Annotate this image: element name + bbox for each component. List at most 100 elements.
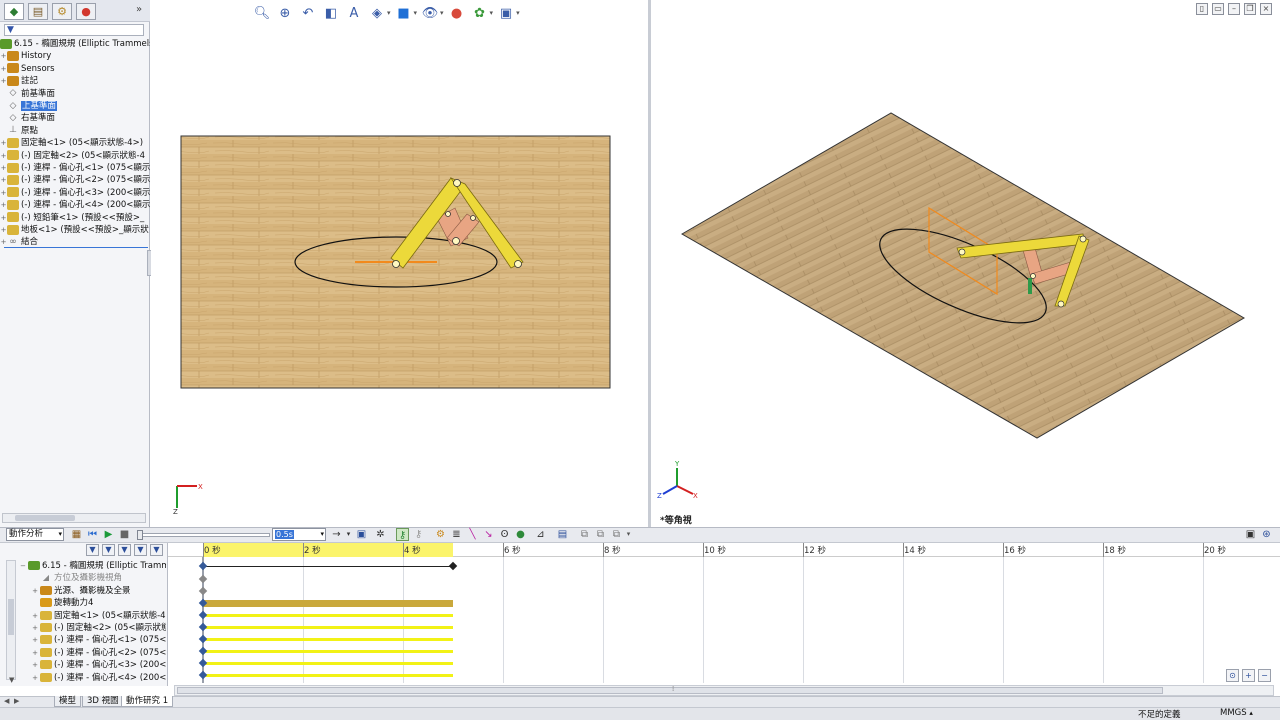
expand-toggle-icon[interactable]: + <box>0 212 7 224</box>
tree-item[interactable]: + 地板<1> (預設<<預設>_顯示狀 <box>0 224 150 236</box>
expand-toggle-icon[interactable]: + <box>30 634 40 646</box>
component-timeline-bar[interactable] <box>203 674 453 677</box>
tree-item[interactable]: + 固定軸<1> (05<顯示狀態-4>) <box>0 137 150 149</box>
tile-horizontal-button[interactable]: ▯ <box>1196 3 1208 15</box>
motion-tree-item[interactable]: + (-) 連桿 - 偏心孔<4> (200<顯 <box>30 672 166 684</box>
apply-scene-button[interactable]: ✿ <box>470 3 490 23</box>
expand-toggle-icon[interactable]: + <box>0 63 7 75</box>
configuration-manager-tab[interactable]: ⚙ <box>52 3 72 20</box>
chevron-down-icon[interactable]: ▾ <box>387 9 391 17</box>
expand-toggle-icon[interactable]: + <box>30 647 40 659</box>
add-key-button[interactable]: ⚷ <box>412 528 425 541</box>
contact-button[interactable]: ʘ <box>498 528 511 541</box>
damper-button[interactable]: ╲ <box>466 528 479 541</box>
expand-toggle-icon[interactable]: + <box>0 224 7 236</box>
tab-scroll-right-icon[interactable]: ▶ <box>14 697 19 705</box>
property-manager-tab[interactable]: ▤ <box>28 3 48 20</box>
motion-tree-root[interactable]: − 6.15 - 橢圓規規 (Elliptic Tramm <box>18 560 166 572</box>
expand-toggle-icon[interactable]: + <box>0 137 7 149</box>
zoom-to-area-button[interactable]: ⊕ <box>275 3 295 23</box>
filter-results-button[interactable]: ▼ <box>134 544 147 556</box>
expand-toggle-icon[interactable]: + <box>0 174 7 186</box>
filter-driving-button[interactable]: ▼ <box>102 544 115 556</box>
tree-item[interactable]: ⊥ 原點 <box>0 125 150 137</box>
tree-item[interactable]: + (-) 連桿 - 偏心孔<2> (075<顯示 <box>0 174 150 186</box>
expand-toggle-icon[interactable]: + <box>30 672 40 684</box>
expand-toggle-icon[interactable]: + <box>0 162 7 174</box>
copy-button[interactable]: ⧉ <box>594 528 607 541</box>
collapse-button[interactable]: ⧉ <box>578 528 591 541</box>
floor-board-iso[interactable] <box>680 112 1245 439</box>
component-timeline-bar[interactable] <box>203 662 453 665</box>
component-timeline-bar[interactable] <box>203 650 453 653</box>
hide-show-items-button[interactable]: 👁︎ <box>420 3 440 23</box>
filter-animated-button[interactable]: ▼ <box>86 544 99 556</box>
animation-wizard-button[interactable]: ✲ <box>374 528 387 541</box>
motor-timeline-bar[interactable] <box>203 600 453 607</box>
expand-toggle-icon[interactable]: − <box>18 560 28 572</box>
slider-knob[interactable] <box>137 530 143 540</box>
tab-scroll-left-icon[interactable]: ◀ <box>4 697 9 705</box>
playback-speed-select[interactable]: 0.5s ▾ <box>272 528 326 541</box>
motion-tree-item[interactable]: + 光源、攝影機及全景 <box>30 585 166 597</box>
tree-item[interactable]: + History <box>0 50 150 62</box>
scrollbar-thumb[interactable] <box>8 599 14 635</box>
chevron-down-icon[interactable]: ▾ <box>414 9 418 17</box>
component-timeline-bar[interactable] <box>203 638 453 641</box>
tab-model[interactable]: 模型 <box>54 696 82 707</box>
tree-horizontal-scrollbar[interactable] <box>2 513 146 523</box>
motion-tree-item[interactable]: + 固定軸<1> (05<顯示狀態-4 <box>30 610 166 622</box>
play-from-start-button[interactable]: ⏮ <box>86 528 99 541</box>
study-type-select[interactable]: 動作分析 ▾ <box>6 528 64 541</box>
expand-toggle-icon[interactable]: + <box>30 659 40 671</box>
tree-item[interactable]: ◇ 右基準面 <box>0 112 150 124</box>
save-animation-button[interactable]: ▣ <box>355 528 368 541</box>
motion-tree-item[interactable]: 旋轉動力4 <box>30 597 166 609</box>
tree-item[interactable]: + (-) 連桿 - 偏心孔<1> (075<顯示 <box>0 162 150 174</box>
tree-item[interactable]: + Sensors <box>0 63 150 75</box>
autokey-button[interactable]: ⚷ <box>396 528 409 541</box>
calculate-button[interactable]: ▦ <box>70 528 83 541</box>
tree-item[interactable]: + (-) 連桿 - 偏心孔<3> (200<顯示 <box>0 187 150 199</box>
timeline-horizontal-scrollbar[interactable]: ⁞ <box>174 685 1274 696</box>
tab-motion-study-1[interactable]: 動作研究 1 <box>121 696 174 707</box>
dynamic-annotation-button[interactable]: A <box>344 3 364 23</box>
display-style-button[interactable]: ■ <box>394 3 414 23</box>
motion-tree-item[interactable]: + (-) 連桿 - 偏心孔<1> (075<顯 <box>30 634 166 646</box>
tree-filter-box[interactable]: ▼ <box>4 24 144 36</box>
motion-tree-item[interactable]: ◢ 方位及攝影機視角 <box>30 572 166 584</box>
expand-toggle-icon[interactable]: + <box>0 187 7 199</box>
display-manager-tab[interactable]: ● <box>76 3 96 20</box>
expand-panel-icon[interactable]: » <box>136 4 142 15</box>
tree-root[interactable]: 6.15 - 橢圓規規 (Elliptic Trammels <box>0 38 150 50</box>
results-button[interactable]: ⊿ <box>534 528 547 541</box>
tree-item[interactable]: ◇ 上基準面 <box>0 100 150 112</box>
filter-selected-button[interactable]: ▼ <box>118 544 131 556</box>
motion-manager-toggle[interactable]: ▣ <box>1244 528 1257 541</box>
expand-toggle-icon[interactable]: + <box>0 199 7 211</box>
tree-item[interactable]: + (-) 連桿 - 偏心孔<4> (200<顯示 <box>0 199 150 211</box>
tab-3d-views[interactable]: 3D 視圖 <box>82 696 124 707</box>
expand-toggle-icon[interactable]: + <box>30 622 40 634</box>
expand-toggle-icon[interactable]: + <box>0 75 7 87</box>
graphics-viewport-top[interactable]: X Z <box>151 0 648 527</box>
collapse-motion-manager-button[interactable]: ⊛ <box>1260 528 1273 541</box>
edit-appearance-button[interactable]: ● <box>447 3 467 23</box>
chevron-down-icon[interactable]: ▾ <box>490 9 494 17</box>
filter-all-button[interactable]: ▼ <box>150 544 163 556</box>
scroll-down-icon[interactable]: ▼ <box>9 676 14 684</box>
gravity-button[interactable]: ● <box>514 528 527 541</box>
chevron-down-icon[interactable]: ▾ <box>440 9 444 17</box>
expand-toggle-icon[interactable]: + <box>0 50 7 62</box>
zoom-to-fit-button[interactable]: 🔍︎ <box>252 3 272 23</box>
tile-vertical-button[interactable]: ▭ <box>1212 3 1224 15</box>
study-properties-button[interactable]: ▤ <box>556 528 569 541</box>
previous-view-button[interactable]: ↶ <box>298 3 318 23</box>
spring-button[interactable]: ≣ <box>450 528 463 541</box>
unit-system[interactable]: MMGS ▴ <box>1220 708 1253 718</box>
motion-tree-item[interactable]: + (-) 連桿 - 偏心孔<3> (200<顯 <box>30 659 166 671</box>
view-orientation-button[interactable]: ◈ <box>367 3 387 23</box>
zoom-out-timeline-button[interactable]: − <box>1258 669 1271 682</box>
view-settings-button[interactable]: ▣ <box>496 3 516 23</box>
force-button[interactable]: ↘ <box>482 528 495 541</box>
